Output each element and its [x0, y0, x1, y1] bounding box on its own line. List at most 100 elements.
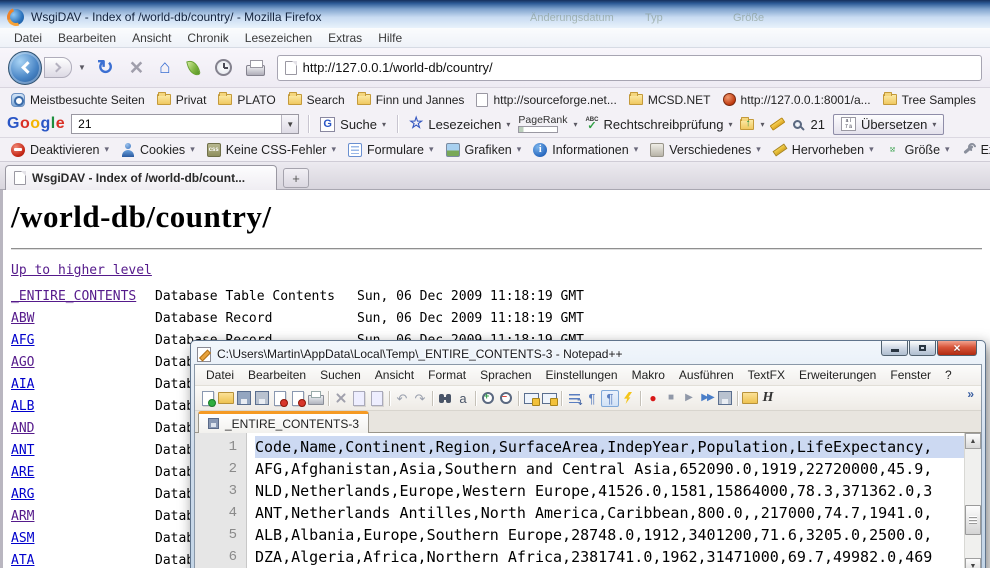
scroll-down-arrow[interactable]: ▼ — [965, 558, 981, 568]
bookmark-item[interactable]: http://127.0.0.1:8001/a... — [717, 91, 877, 109]
webdev-item[interactable]: Hervorheben ▾ — [768, 141, 879, 159]
menu-item[interactable]: Chronik — [179, 29, 236, 47]
entry-link[interactable]: AFG — [11, 333, 34, 348]
notepad-menu-item[interactable]: Format — [421, 366, 473, 384]
document-tab[interactable]: _ENTIRE_CONTENTS-3 — [198, 411, 369, 433]
highlighter-icon[interactable] — [770, 117, 786, 131]
menu-item[interactable]: Extras — [320, 29, 370, 47]
google-search-input[interactable] — [72, 115, 281, 133]
url-input[interactable] — [303, 60, 974, 75]
copy-icon[interactable] — [350, 390, 368, 407]
textfx-icon[interactable] — [741, 390, 759, 407]
print-icon[interactable] — [307, 390, 325, 407]
notepad-menu-item[interactable]: Suchen — [313, 366, 368, 384]
bookmark-item[interactable]: PLATO — [212, 91, 281, 109]
folder-caret[interactable]: ▾ — [760, 120, 764, 129]
paste-icon[interactable] — [368, 390, 386, 407]
stop-button[interactable]: × — [125, 56, 148, 79]
entry-link[interactable]: AGO — [11, 355, 34, 370]
close-all-icon[interactable] — [289, 390, 307, 407]
entry-link[interactable]: ARM — [11, 509, 34, 524]
editor-text-area[interactable]: Code,Name,Continent,Region,SurfaceArea,I… — [247, 433, 981, 568]
notepad-menu-item[interactable]: ? — [938, 366, 959, 384]
google-search-combo[interactable]: ▼ — [71, 114, 299, 134]
show-all-characters-icon[interactable]: ¶ — [601, 390, 619, 407]
notepad-menu-item[interactable]: Ansicht — [368, 366, 421, 384]
new-file-icon[interactable] — [199, 390, 217, 407]
notepad-titlebar[interactable]: C:\Users\Martin\AppData\Local\Temp\_ENTI… — [191, 341, 985, 364]
close-file-icon[interactable] — [271, 390, 289, 407]
zoom-out-icon[interactable] — [497, 390, 515, 407]
redo-icon[interactable]: ↷ — [411, 390, 429, 407]
notepad-menu-item[interactable]: TextFX — [741, 366, 792, 384]
history-dropdown[interactable]: ▼ — [78, 63, 86, 72]
stop-macro-icon[interactable]: ■ — [662, 390, 680, 407]
search-history-dropdown[interactable]: ▼ — [281, 115, 298, 133]
entry-link[interactable]: ARG — [11, 487, 34, 502]
scroll-up-arrow[interactable]: ▲ — [965, 433, 981, 449]
send-to-folder-icon[interactable] — [740, 119, 754, 130]
entry-link[interactable]: _ENTIRE_CONTENTS — [11, 289, 136, 304]
print-button[interactable] — [246, 65, 265, 76]
notepad-menu-item[interactable]: Erweiterungen — [792, 366, 883, 384]
function-completion-icon[interactable] — [619, 390, 637, 407]
new-tab-button[interactable]: + — [283, 168, 309, 188]
bookmarks-caret[interactable]: ▾ — [506, 120, 510, 129]
replace-icon[interactable]: a — [454, 390, 472, 407]
bookmark-item[interactable]: Tree Samples — [877, 91, 982, 109]
sync-vertical-scroll-icon[interactable] — [522, 390, 540, 407]
find-icon[interactable] — [436, 390, 454, 407]
webdev-item[interactable]: Keine CSS-Fehler ▾ — [202, 141, 341, 159]
minimize-button[interactable] — [881, 341, 908, 356]
pagerank-caret[interactable]: ▾ — [573, 120, 577, 129]
undo-icon[interactable]: ↶ — [393, 390, 411, 407]
notepad-menu-item[interactable]: Einstellungen — [539, 366, 625, 384]
google-search-button[interactable]: Suche ▾ — [318, 117, 388, 132]
bookmark-item[interactable]: Search — [282, 91, 351, 109]
sync-horizontal-scroll-icon[interactable] — [540, 390, 558, 407]
search-options-caret[interactable]: ▾ — [382, 120, 386, 129]
zoom-indicator[interactable]: 21 — [791, 117, 826, 132]
home-button[interactable]: ⌂ — [154, 58, 175, 77]
entry-link[interactable]: ALB — [11, 399, 34, 414]
forward-button[interactable] — [44, 57, 72, 78]
save-icon[interactable] — [235, 390, 253, 407]
save-all-icon[interactable] — [253, 390, 271, 407]
open-file-icon[interactable] — [217, 390, 235, 407]
entry-link[interactable]: ABW — [11, 311, 34, 326]
cut-icon[interactable] — [332, 390, 350, 407]
run-macro-multiple-icon[interactable]: ▶▶ — [698, 390, 716, 407]
notepad-menu-item[interactable]: Sprachen — [473, 366, 538, 384]
menu-item[interactable]: Bearbeiten — [50, 29, 124, 47]
webdev-item[interactable]: Informationen ▾ — [528, 141, 643, 159]
entry-link[interactable]: ASM — [11, 531, 34, 546]
bookmark-item[interactable]: Finn und Jannes — [351, 91, 471, 109]
up-to-higher-level-link[interactable]: Up to higher level — [11, 263, 152, 278]
save-macro-icon[interactable] — [716, 390, 734, 407]
bookmark-item[interactable]: Privat — [151, 91, 213, 109]
google-bookmarks-button[interactable]: ☆ Lesezeichen ▾ — [407, 116, 512, 132]
notepad-menu-item[interactable]: Ausführen — [672, 366, 741, 384]
menu-item[interactable]: Lesezeichen — [237, 29, 320, 47]
webdev-item[interactable]: Verschiedenes ▾ — [645, 141, 766, 159]
notepad-menu-item[interactable]: Bearbeiten — [241, 366, 313, 384]
entry-link[interactable]: AIA — [11, 377, 34, 392]
word-wrap-icon[interactable] — [565, 390, 583, 407]
browser-tab[interactable]: WsgiDAV - Index of /world-db/count... — [5, 165, 277, 190]
webdev-item[interactable]: Formulare ▾ — [343, 141, 439, 159]
bookmark-item[interactable]: http://sourceforge.net... — [470, 91, 622, 109]
firefox-titlebar[interactable]: WsgiDAV - Index of /world-db/country/ - … — [0, 0, 990, 28]
entry-link[interactable]: ATA — [11, 553, 34, 568]
back-button[interactable] — [8, 51, 42, 85]
spellcheck-button[interactable]: Rechtschreibprüfung ▾ — [583, 117, 734, 132]
reload-button[interactable]: ↻ — [92, 58, 119, 78]
restore-button[interactable] — [909, 341, 936, 356]
record-macro-icon[interactable]: ● — [644, 390, 662, 407]
bookmark-item[interactable]: MCSD.NET — [623, 91, 717, 109]
menu-item[interactable]: Hilfe — [370, 29, 410, 47]
pagerank-indicator[interactable]: PageRank — [518, 115, 567, 134]
bookmark-item[interactable]: Meistbesuchte Seiten — [5, 91, 151, 109]
notepad-editor[interactable]: 123456 Code,Name,Continent,Region,Surfac… — [195, 433, 981, 568]
spellcheck-caret[interactable]: ▾ — [728, 120, 732, 129]
editor-vertical-scrollbar[interactable]: ▲ ▼ — [964, 433, 981, 568]
